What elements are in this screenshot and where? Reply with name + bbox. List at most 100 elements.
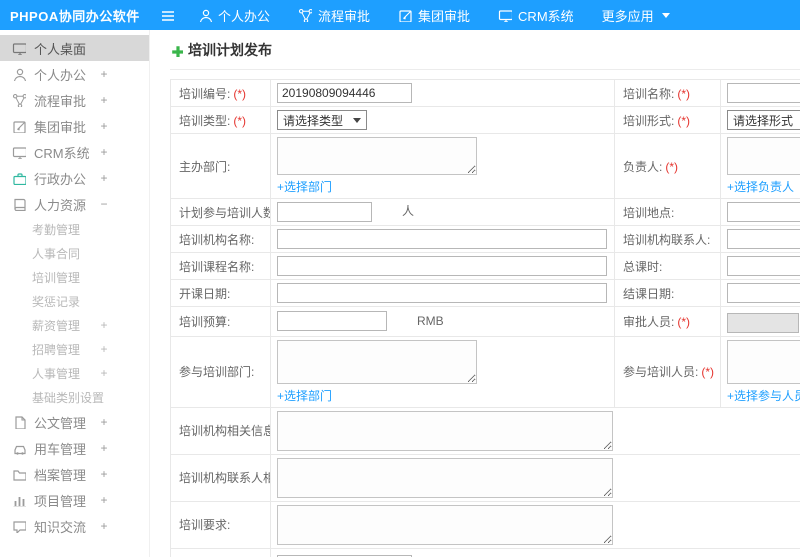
expand-toggle: +	[100, 93, 108, 107]
training-mode-select[interactable]: 请选择形式	[727, 110, 800, 130]
end-date-input[interactable]	[727, 283, 800, 303]
field-label: 培训要求:	[179, 518, 231, 533]
training-code-input[interactable]	[277, 83, 412, 103]
chart-icon	[12, 496, 26, 507]
pick-host-dept-link[interactable]: +选择部门	[277, 178, 332, 195]
user-icon	[13, 68, 26, 81]
org-contact-info-textarea[interactable]	[277, 457, 613, 498]
field-label: 培训课程名称:	[179, 259, 255, 274]
desktop-icon	[12, 43, 26, 55]
sidebar-item-process-approval[interactable]: 流程审批 +	[0, 87, 149, 113]
org-name-input[interactable]	[277, 229, 607, 249]
nav-crm[interactable]: CRM系统	[484, 0, 588, 30]
field-label: 计划参与培训人数:	[179, 205, 271, 220]
join-people-textarea[interactable]	[727, 339, 800, 384]
caret-down-icon	[661, 12, 670, 18]
nav-label: 流程审批	[318, 8, 371, 24]
join-dept-textarea[interactable]	[277, 339, 477, 384]
sidebar-item-recruit[interactable]: 招聘管理 +	[0, 337, 149, 361]
expand-toggle: +	[100, 318, 108, 332]
requirements-textarea[interactable]	[277, 504, 613, 545]
sidebar-item-group-approval[interactable]: 集团审批 +	[0, 113, 149, 139]
nav-process-approval[interactable]: 流程审批	[284, 0, 384, 30]
sidebar-item-personal-office[interactable]: 个人办公 +	[0, 61, 149, 87]
org-info-textarea[interactable]	[277, 410, 613, 451]
sidebar-item-project[interactable]: 项目管理 +	[0, 487, 149, 513]
flow-icon	[12, 93, 26, 107]
hamburger-menu-button[interactable]	[150, 0, 184, 30]
pick-join-people-link[interactable]: +选择参与人员	[727, 387, 800, 404]
total-hours-input[interactable]	[727, 256, 800, 276]
expand-toggle: +	[100, 415, 108, 429]
collapse-toggle: −	[100, 197, 108, 211]
sidebar-item-personnel[interactable]: 人事管理 +	[0, 361, 149, 385]
unit-label: 人	[402, 204, 415, 219]
book-icon	[14, 198, 26, 211]
user-icon	[199, 9, 212, 22]
document-icon	[15, 416, 26, 429]
leader-textarea[interactable]	[727, 137, 800, 175]
field-label: 总课时:	[623, 259, 663, 274]
flow-icon	[298, 8, 313, 22]
page-title: 培训计划发布	[188, 42, 272, 58]
approver-input[interactable]	[727, 312, 799, 333]
planned-count-input[interactable]	[277, 202, 372, 222]
nav-personal-office[interactable]: 个人办公	[184, 0, 284, 30]
topbar: PHPOA协同办公软件 个人办公 流程审批 集团审批 CRM系统 更多应用	[0, 0, 800, 30]
field-label: 参与培训人员:	[623, 365, 699, 380]
sidebar: 个人桌面 个人办公 + 流程审批 + 集团审批 + CRM系统 + 行政办公 +…	[0, 30, 150, 557]
field-label: 培训机构相关信息:	[179, 424, 271, 439]
sidebar-item-hr[interactable]: 人力资源 −	[0, 191, 149, 217]
sidebar-label: 招聘管理	[32, 342, 81, 357]
required-marker: (*)	[677, 113, 691, 128]
sidebar-item-vehicle[interactable]: 用车管理 +	[0, 435, 149, 461]
nav-more-apps[interactable]: 更多应用	[588, 0, 684, 30]
sidebar-item-admin-office[interactable]: 行政办公 +	[0, 165, 149, 191]
form-row-course-hours: 培训课程名称: 总课时:	[170, 252, 800, 280]
app-logo: PHPOA协同办公软件	[10, 8, 140, 24]
start-date-input[interactable]	[277, 283, 607, 303]
training-type-select[interactable]: 请选择类型	[277, 110, 368, 130]
training-name-input[interactable]	[727, 83, 800, 103]
approval-icon	[13, 121, 26, 133]
pick-leader-link[interactable]: +选择负责人	[727, 178, 794, 195]
form-row-org-info: 培训机构相关信息:	[170, 406, 800, 455]
sidebar-item-document[interactable]: 公文管理 +	[0, 409, 149, 435]
sidebar-item-training[interactable]: 培训管理	[0, 265, 149, 289]
sidebar-item-archive[interactable]: 档案管理 +	[0, 461, 149, 487]
briefcase-icon	[13, 173, 26, 185]
green-plus-icon	[170, 44, 183, 57]
chat-icon	[13, 521, 26, 533]
sidebar-item-salary[interactable]: 薪资管理 +	[0, 313, 149, 337]
sidebar-item-attendance[interactable]: 考勤管理	[0, 217, 149, 241]
pick-join-dept-link[interactable]: +选择部门	[277, 387, 332, 404]
sidebar-item-personal-desktop[interactable]: 个人桌面	[0, 35, 149, 61]
org-contact-input[interactable]	[727, 229, 800, 249]
sidebar-item-hr-contract[interactable]: 人事合同	[0, 241, 149, 265]
sidebar-label: 人事管理	[32, 366, 81, 381]
form-row-dates: 开课日期: 结课日期:	[170, 279, 800, 307]
course-name-input[interactable]	[277, 256, 607, 276]
sidebar-label: 人事合同	[32, 246, 81, 261]
host-dept-textarea[interactable]	[277, 137, 477, 175]
location-input[interactable]	[727, 202, 800, 222]
field-label: 负责人:	[623, 159, 663, 174]
nav-group-approval[interactable]: 集团审批	[384, 0, 484, 30]
required-marker: (*)	[665, 159, 679, 174]
sidebar-item-crm[interactable]: CRM系统 +	[0, 139, 149, 165]
sidebar-item-rewards[interactable]: 奖惩记录	[0, 289, 149, 313]
required-marker: (*)	[233, 113, 247, 128]
form-row-type-mode: 培训类型: (*) 请选择类型 培训形式: (*) 请选择形式	[170, 106, 800, 134]
form-row-dept-leader: 主办部门: +选择部门 负责人: (*) +选择负责人	[170, 133, 800, 199]
sidebar-label: 人力资源	[34, 197, 87, 213]
top-navigation: 个人办公 流程审批 集团审批 CRM系统 更多应用	[184, 0, 684, 30]
required-marker: (*)	[677, 314, 691, 329]
monitor-icon	[12, 147, 26, 159]
sidebar-label: 行政办公	[34, 171, 87, 187]
sidebar-item-base-category[interactable]: 基础类别设置	[0, 385, 149, 409]
sidebar-item-knowledge[interactable]: 知识交流 +	[0, 513, 149, 539]
form-row-join-dept-people: 参与培训部门: +选择部门 参与培训人员: (*) +选择参与人员	[170, 335, 800, 408]
budget-input[interactable]	[277, 311, 387, 332]
nav-label: CRM系统	[518, 8, 574, 24]
field-label: 培训名称:	[623, 86, 675, 101]
